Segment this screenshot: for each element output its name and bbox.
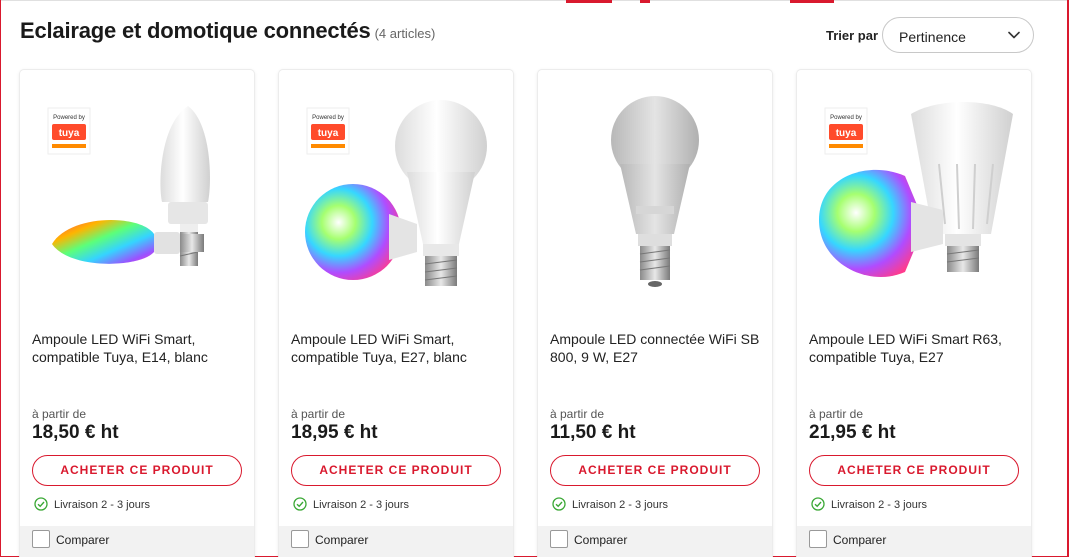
delivery-text: Livraison 2 - 3 jours [831,499,927,511]
top-accent-bar [640,0,650,3]
buy-button[interactable]: ACHETER CE PRODUIT [550,455,760,486]
check-circle-icon [552,497,566,511]
product-price: 21,95 € ht [809,422,896,443]
badge-powered-by: Powered by [53,115,85,121]
product-price: 18,50 € ht [32,422,119,443]
product-image[interactable]: Powered by tuya [30,84,244,306]
badge-powered-by: Powered by [830,115,862,121]
compare-label: Comparer [315,533,369,547]
product-card[interactable]: Powered by tuya Ampoule LED WiFi Smart, … [20,70,254,557]
product-name[interactable]: Ampoule LED WiFi Smart R63, compatible T… [809,330,1021,366]
compare-checkbox[interactable] [809,530,827,548]
tuya-badge: Powered by tuya [824,107,868,155]
product-card[interactable]: Powered by tuya Ampoule LED WiFi Smart, … [279,70,513,557]
product-price: 18,95 € ht [291,422,378,443]
product-name[interactable]: Ampoule LED WiFi Smart, compatible Tuya,… [291,330,503,366]
compare-label: Comparer [574,533,628,547]
compare-row[interactable]: Comparer [797,526,1031,557]
product-image[interactable]: Powered by tuya [807,84,1021,306]
product-card[interactable]: Powered by tuya Ampoule LED WiFi Smart R… [797,70,1031,557]
check-circle-icon [293,497,307,511]
category-header: Eclairage et domotique connectés (4 artic… [20,16,1034,56]
badge-brand: tuya [836,128,857,139]
compare-label: Comparer [833,533,887,547]
buy-button[interactable]: ACHETER CE PRODUIT [809,455,1019,486]
compare-checkbox[interactable] [550,530,568,548]
page-title-text: Eclairage et domotique connectés [20,18,371,43]
tuya-badge: Powered by tuya [47,107,91,155]
tuya-badge: Powered by tuya [306,107,350,155]
buy-button[interactable]: ACHETER CE PRODUIT [32,455,242,486]
badge-powered-by: Powered by [312,115,344,121]
sort-label: Trier par [826,28,879,43]
product-image[interactable] [548,84,762,306]
badge-brand: tuya [59,128,80,139]
badge-brand: tuya [318,128,339,139]
compare-row[interactable]: Comparer [538,526,772,557]
chevron-down-icon [1008,31,1020,39]
sort-value: Pertinence [899,29,966,45]
article-count: (4 articles) [374,26,436,41]
compare-checkbox[interactable] [291,530,309,548]
price-prefix: à partir de [32,407,87,421]
bulb-white-icon [395,100,487,286]
sort-select[interactable]: Pertinence [882,17,1034,53]
top-border [0,0,1069,1]
product-price: 11,50 € ht [550,422,636,443]
product-name[interactable]: Ampoule LED connectée WiFi SB 800, 9 W, … [550,330,762,366]
product-card[interactable]: Ampoule LED connectée WiFi SB 800, 9 W, … [538,70,772,557]
product-image[interactable]: Powered by tuya [289,84,503,306]
delivery-text: Livraison 2 - 3 jours [313,499,409,511]
compare-row[interactable]: Comparer [20,526,254,557]
page-title: Eclairage et domotique connectés (4 artic… [20,18,435,44]
price-prefix: à partir de [809,407,864,421]
compare-label: Comparer [56,533,110,547]
check-circle-icon [811,497,825,511]
compare-checkbox[interactable] [32,530,50,548]
left-border [0,0,1,557]
price-prefix: à partir de [291,407,346,421]
product-name[interactable]: Ampoule LED WiFi Smart, compatible Tuya,… [32,330,244,366]
compare-row[interactable]: Comparer [279,526,513,557]
bulb-grey-icon [611,96,699,287]
bulb-rgb-icon [305,184,417,280]
buy-button[interactable]: ACHETER CE PRODUIT [291,455,501,486]
delivery-text: Livraison 2 - 3 jours [572,499,668,511]
top-accent-bar [790,0,834,3]
price-prefix: à partir de [550,407,605,421]
delivery-text: Livraison 2 - 3 jours [54,499,150,511]
top-accent-bar [566,0,612,3]
check-circle-icon [34,497,48,511]
